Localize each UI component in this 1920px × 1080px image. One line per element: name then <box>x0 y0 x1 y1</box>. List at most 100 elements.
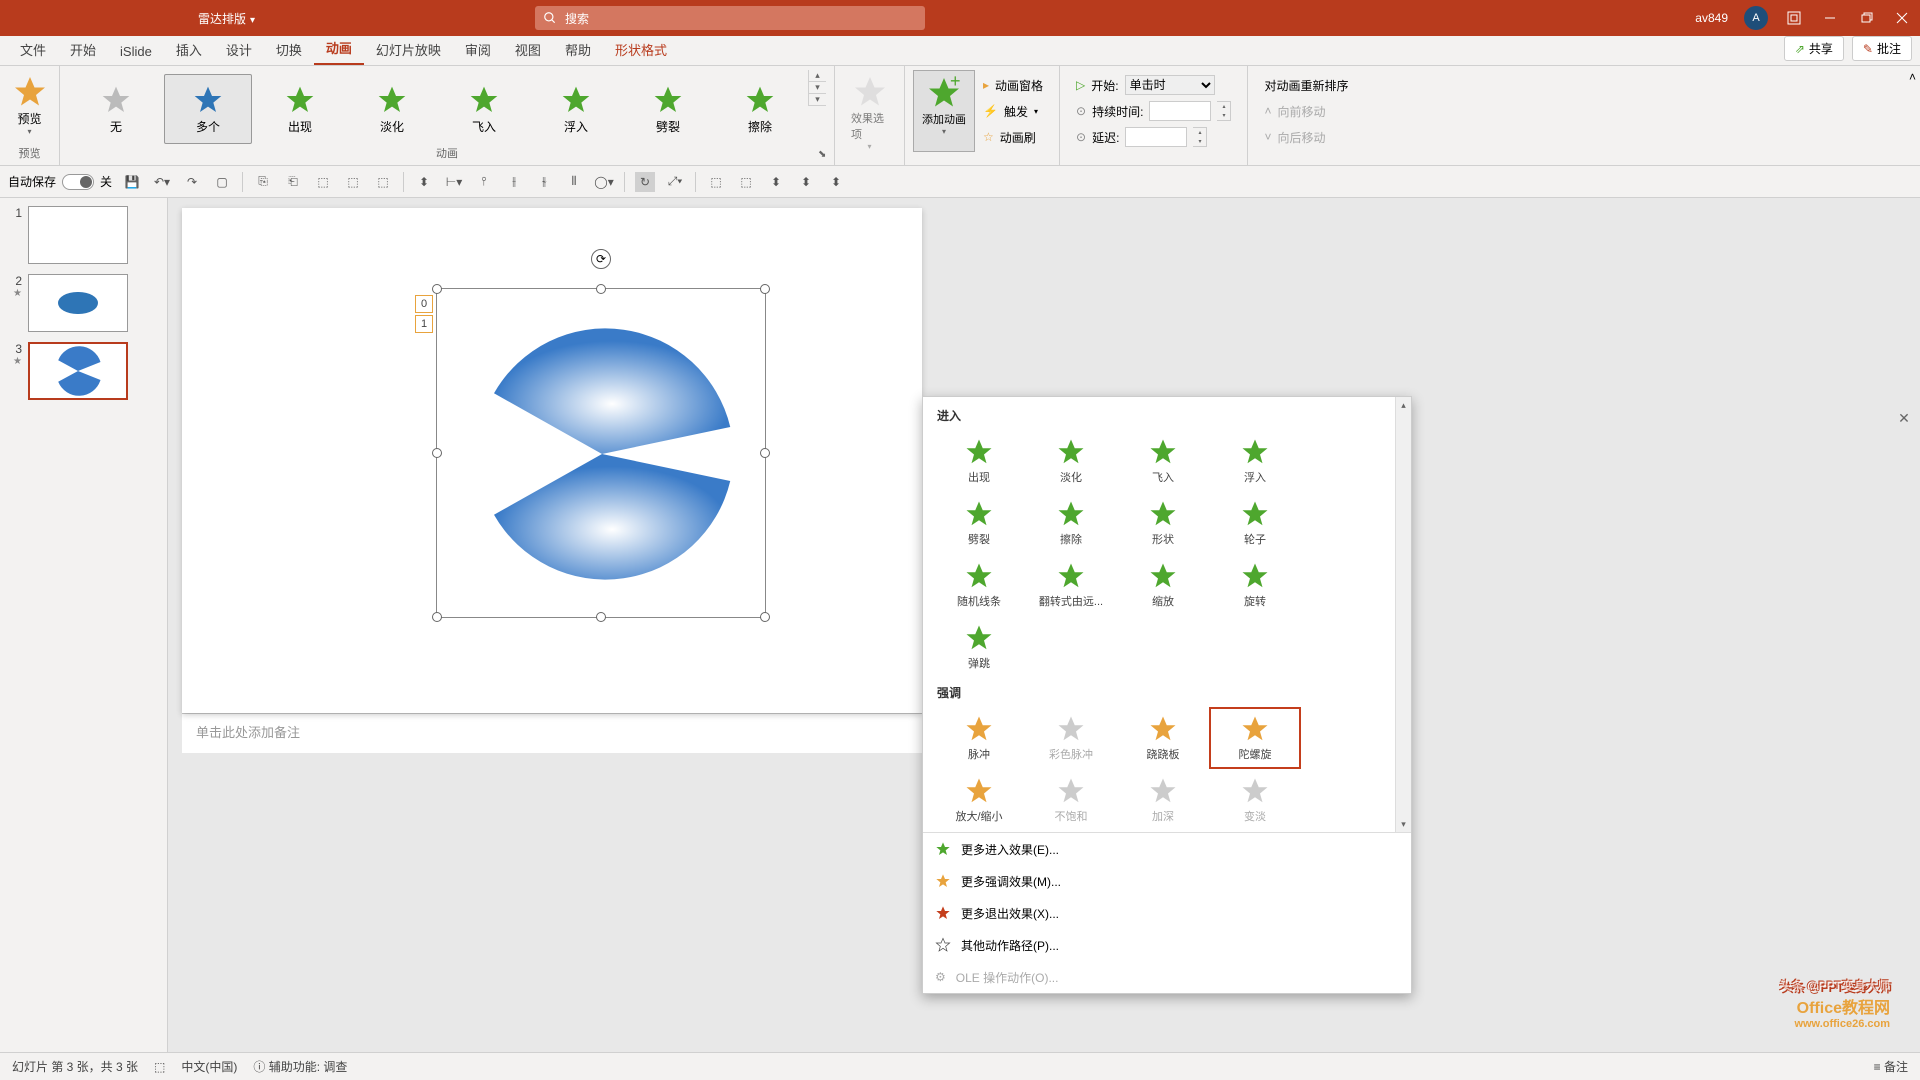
entrance-缩放[interactable]: 缩放 <box>1117 554 1209 616</box>
emphasis-脉冲[interactable]: 脉冲 <box>933 707 1025 769</box>
slide-thumbnail-3[interactable] <box>28 342 128 400</box>
emphasis-放大/缩小[interactable]: 放大/缩小 <box>933 769 1025 831</box>
qat-more-1[interactable]: ⬍ <box>766 172 786 192</box>
slide-thumbnail-1[interactable] <box>28 206 128 264</box>
tab-审阅[interactable]: 审阅 <box>453 34 503 65</box>
emphasis-不饱和[interactable]: 不饱和 <box>1025 769 1117 831</box>
gallery-item-出现[interactable]: 出现 <box>256 74 344 144</box>
move-earlier-button[interactable]: ˄向前移动 <box>1264 100 1348 122</box>
align-v-icon[interactable]: ⫳ <box>534 172 554 192</box>
start-select[interactable]: 单击时 <box>1125 75 1215 95</box>
align-center-icon[interactable]: ⫯ <box>474 172 494 192</box>
resize-handle-sw[interactable] <box>432 612 442 622</box>
qat-icon-1[interactable]: ⎘ <box>253 172 273 192</box>
tab-设计[interactable]: 设计 <box>214 34 264 65</box>
delay-spinner[interactable]: ▴▾ <box>1193 127 1207 147</box>
language-status[interactable]: 中文(中国) <box>181 1058 237 1075</box>
duration-input[interactable] <box>1149 101 1211 121</box>
distribute-icon[interactable]: ⫴ <box>564 172 584 192</box>
tab-文件[interactable]: 文件 <box>8 34 58 65</box>
align-h-icon[interactable]: ⫲ <box>504 172 524 192</box>
rotation-handle[interactable]: ⟳ <box>591 249 611 269</box>
delay-input[interactable] <box>1125 127 1187 147</box>
qat-icon-3[interactable]: ⬚ <box>313 172 333 192</box>
status-icon[interactable]: ⬚ <box>154 1060 165 1074</box>
flip-icon[interactable]: ⤢▾ <box>665 172 685 192</box>
notes-input[interactable]: 单击此处添加备注 <box>182 713 922 753</box>
entrance-淡化[interactable]: 淡化 <box>1025 430 1117 492</box>
minimize-icon[interactable] <box>1820 8 1840 28</box>
send-backward-icon[interactable]: ⬚ <box>736 172 756 192</box>
gallery-item-淡化[interactable]: 淡化 <box>348 74 436 144</box>
entrance-飞入[interactable]: 飞入 <box>1117 430 1209 492</box>
tab-视图[interactable]: 视图 <box>503 34 553 65</box>
tab-iSlide[interactable]: iSlide <box>108 38 164 65</box>
gallery-item-劈裂[interactable]: 劈裂 <box>624 74 712 144</box>
duration-spinner[interactable]: ▴▾ <box>1217 101 1231 121</box>
tab-开始[interactable]: 开始 <box>58 34 108 65</box>
align-left-icon[interactable]: ⊢▾ <box>444 172 464 192</box>
move-later-button[interactable]: ˅向后移动 <box>1264 126 1348 148</box>
tab-动画[interactable]: 动画 <box>314 32 364 65</box>
qat-icon-4[interactable]: ⬚ <box>343 172 363 192</box>
trigger-button[interactable]: ⚡触发▾ <box>983 100 1043 122</box>
qat-icon-2[interactable]: ⎗ <box>283 172 303 192</box>
task-pane-close-icon[interactable]: ✕ <box>1894 408 1914 428</box>
restore-icon[interactable] <box>1856 8 1876 28</box>
document-title[interactable]: 雷达排版▾ <box>198 10 255 27</box>
entrance-出现[interactable]: 出现 <box>933 430 1025 492</box>
add-animation-button[interactable]: + 添加动画 ▾ <box>913 70 975 152</box>
collapse-ribbon-icon[interactable]: ˄ <box>1905 66 1920 165</box>
autosave-toggle[interactable]: 自动保存关 <box>8 173 112 190</box>
entrance-旋转[interactable]: 旋转 <box>1209 554 1301 616</box>
align-icon[interactable]: ⬍ <box>414 172 434 192</box>
animation-tag-1[interactable]: 1 <box>415 315 433 333</box>
effect-options-button[interactable]: 效果选项 ▾ <box>843 70 896 155</box>
resize-handle-n[interactable] <box>596 284 606 294</box>
resize-handle-se[interactable] <box>760 612 770 622</box>
shape-selection[interactable]: ⟳ 0 1 <box>436 288 766 618</box>
tab-插入[interactable]: 插入 <box>164 34 214 65</box>
emphasis-跷跷板[interactable]: 跷跷板 <box>1117 707 1209 769</box>
gallery-scrollbar[interactable]: ▴▾▾ <box>808 70 826 106</box>
gallery-item-浮入[interactable]: 浮入 <box>532 74 620 144</box>
more-exit-menu[interactable]: 更多退出效果(X)... <box>923 897 1411 929</box>
slide-thumbnail-2[interactable] <box>28 274 128 332</box>
resize-handle-ne[interactable] <box>760 284 770 294</box>
qat-more-2[interactable]: ⬍ <box>796 172 816 192</box>
entrance-劈裂[interactable]: 劈裂 <box>933 492 1025 554</box>
undo-icon[interactable]: ↶▾ <box>152 172 172 192</box>
rotate-icon[interactable]: ↻ <box>635 172 655 192</box>
tab-形状格式[interactable]: 形状格式 <box>603 34 679 65</box>
resize-handle-s[interactable] <box>596 612 606 622</box>
emphasis-陀螺旋[interactable]: 陀螺旋 <box>1209 707 1301 769</box>
animation-painter-button[interactable]: ☆动画刷 <box>983 126 1043 148</box>
qat-more-3[interactable]: ⬍ <box>826 172 846 192</box>
entrance-浮入[interactable]: 浮入 <box>1209 430 1301 492</box>
bring-forward-icon[interactable]: ⬚ <box>706 172 726 192</box>
save-icon[interactable]: 💾 <box>122 172 142 192</box>
dialog-launcher-icon[interactable]: ⬊ <box>818 149 832 163</box>
user-name[interactable]: av849 <box>1695 11 1728 25</box>
resize-handle-w[interactable] <box>432 448 442 458</box>
slide-canvas[interactable]: ⟳ 0 1 <box>182 208 922 713</box>
comments-button[interactable]: ✎批注 <box>1852 36 1912 61</box>
emphasis-加深[interactable]: 加深 <box>1117 769 1209 831</box>
search-box[interactable]: 搜索 <box>535 6 925 30</box>
present-icon[interactable]: ▢ <box>212 172 232 192</box>
shape-fill-icon[interactable]: ◯▾ <box>594 172 614 192</box>
pie-shape[interactable] <box>467 299 737 609</box>
emphasis-彩色脉冲[interactable]: 彩色脉冲 <box>1025 707 1117 769</box>
preview-button[interactable]: 预览 ▾ <box>4 70 56 140</box>
resize-handle-e[interactable] <box>760 448 770 458</box>
gallery-item-多个[interactable]: 多个 <box>164 74 252 144</box>
avatar[interactable]: A <box>1744 6 1768 30</box>
entrance-随机线条[interactable]: 随机线条 <box>933 554 1025 616</box>
tab-切换[interactable]: 切换 <box>264 34 314 65</box>
close-icon[interactable] <box>1892 8 1912 28</box>
notes-toggle[interactable]: ≡ 备注 <box>1874 1058 1908 1075</box>
resize-handle-nw[interactable] <box>432 284 442 294</box>
gallery-item-擦除[interactable]: 擦除 <box>716 74 804 144</box>
gallery-item-无[interactable]: 无 <box>72 74 160 144</box>
animation-gallery[interactable]: 无多个出现淡化飞入浮入劈裂擦除 <box>68 70 808 148</box>
